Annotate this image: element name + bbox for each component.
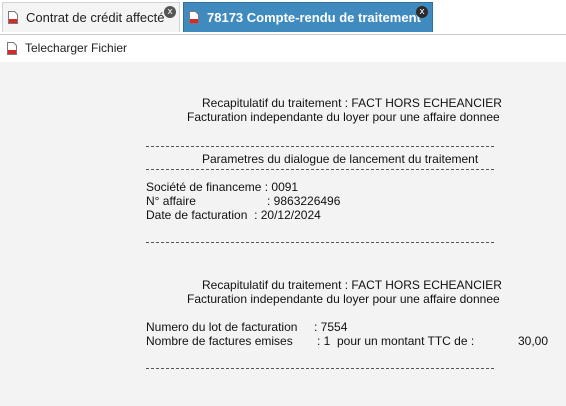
tab-label: 78173 Compte-rendu de traitement	[207, 10, 421, 25]
nb-factures-label: Nombre de factures emises	[146, 334, 293, 348]
societe-line: Société de financeme : 0091	[146, 180, 299, 194]
separator-line	[146, 242, 494, 243]
toolbar: Telecharger Fichier	[0, 35, 566, 61]
tab-compte-rendu[interactable]: 78173 Compte-rendu de traitement x	[183, 2, 433, 32]
recap-subtitle: Facturation independante du loyer pour u…	[187, 292, 500, 306]
affaire-value: : 9863226496	[267, 194, 341, 208]
separator-line	[146, 146, 494, 147]
tab-label: Contrat de crédit affecté	[26, 10, 165, 25]
montant-ttc-value: 30,00	[518, 334, 549, 348]
nb-factures-value: : 1 pour un montant TTC de :	[317, 334, 475, 348]
recap-title: Recapitulatif du traitement : FACT HORS …	[202, 278, 502, 292]
close-icon[interactable]: x	[164, 6, 176, 18]
lot-label: Numero du lot de facturation	[146, 320, 298, 334]
recap-title: Recapitulatif du traitement : FACT HORS …	[202, 96, 502, 110]
document-icon	[189, 11, 199, 24]
separator-line	[146, 169, 494, 170]
close-icon[interactable]: x	[416, 6, 428, 18]
recap-subtitle: Facturation independante du loyer pour u…	[187, 110, 500, 124]
separator-line	[146, 368, 494, 369]
date-facturation-line: Date de facturation : 20/12/2024	[146, 208, 321, 222]
document-icon	[7, 41, 17, 55]
affaire-label: N° affaire	[146, 194, 196, 208]
tab-contrat-credit[interactable]: Contrat de crédit affecté x	[2, 2, 180, 32]
document-icon	[8, 11, 18, 24]
download-file-button[interactable]: Telecharger Fichier	[7, 41, 127, 55]
lot-value: : 7554	[314, 320, 348, 334]
params-title: Parametres du dialogue de lancement du t…	[202, 152, 479, 166]
tab-bar: Contrat de crédit affecté x 78173 Compte…	[0, 0, 566, 35]
download-file-label: Telecharger Fichier	[25, 41, 128, 55]
report-content: Recapitulatif du traitement : FACT HORS …	[0, 62, 566, 406]
